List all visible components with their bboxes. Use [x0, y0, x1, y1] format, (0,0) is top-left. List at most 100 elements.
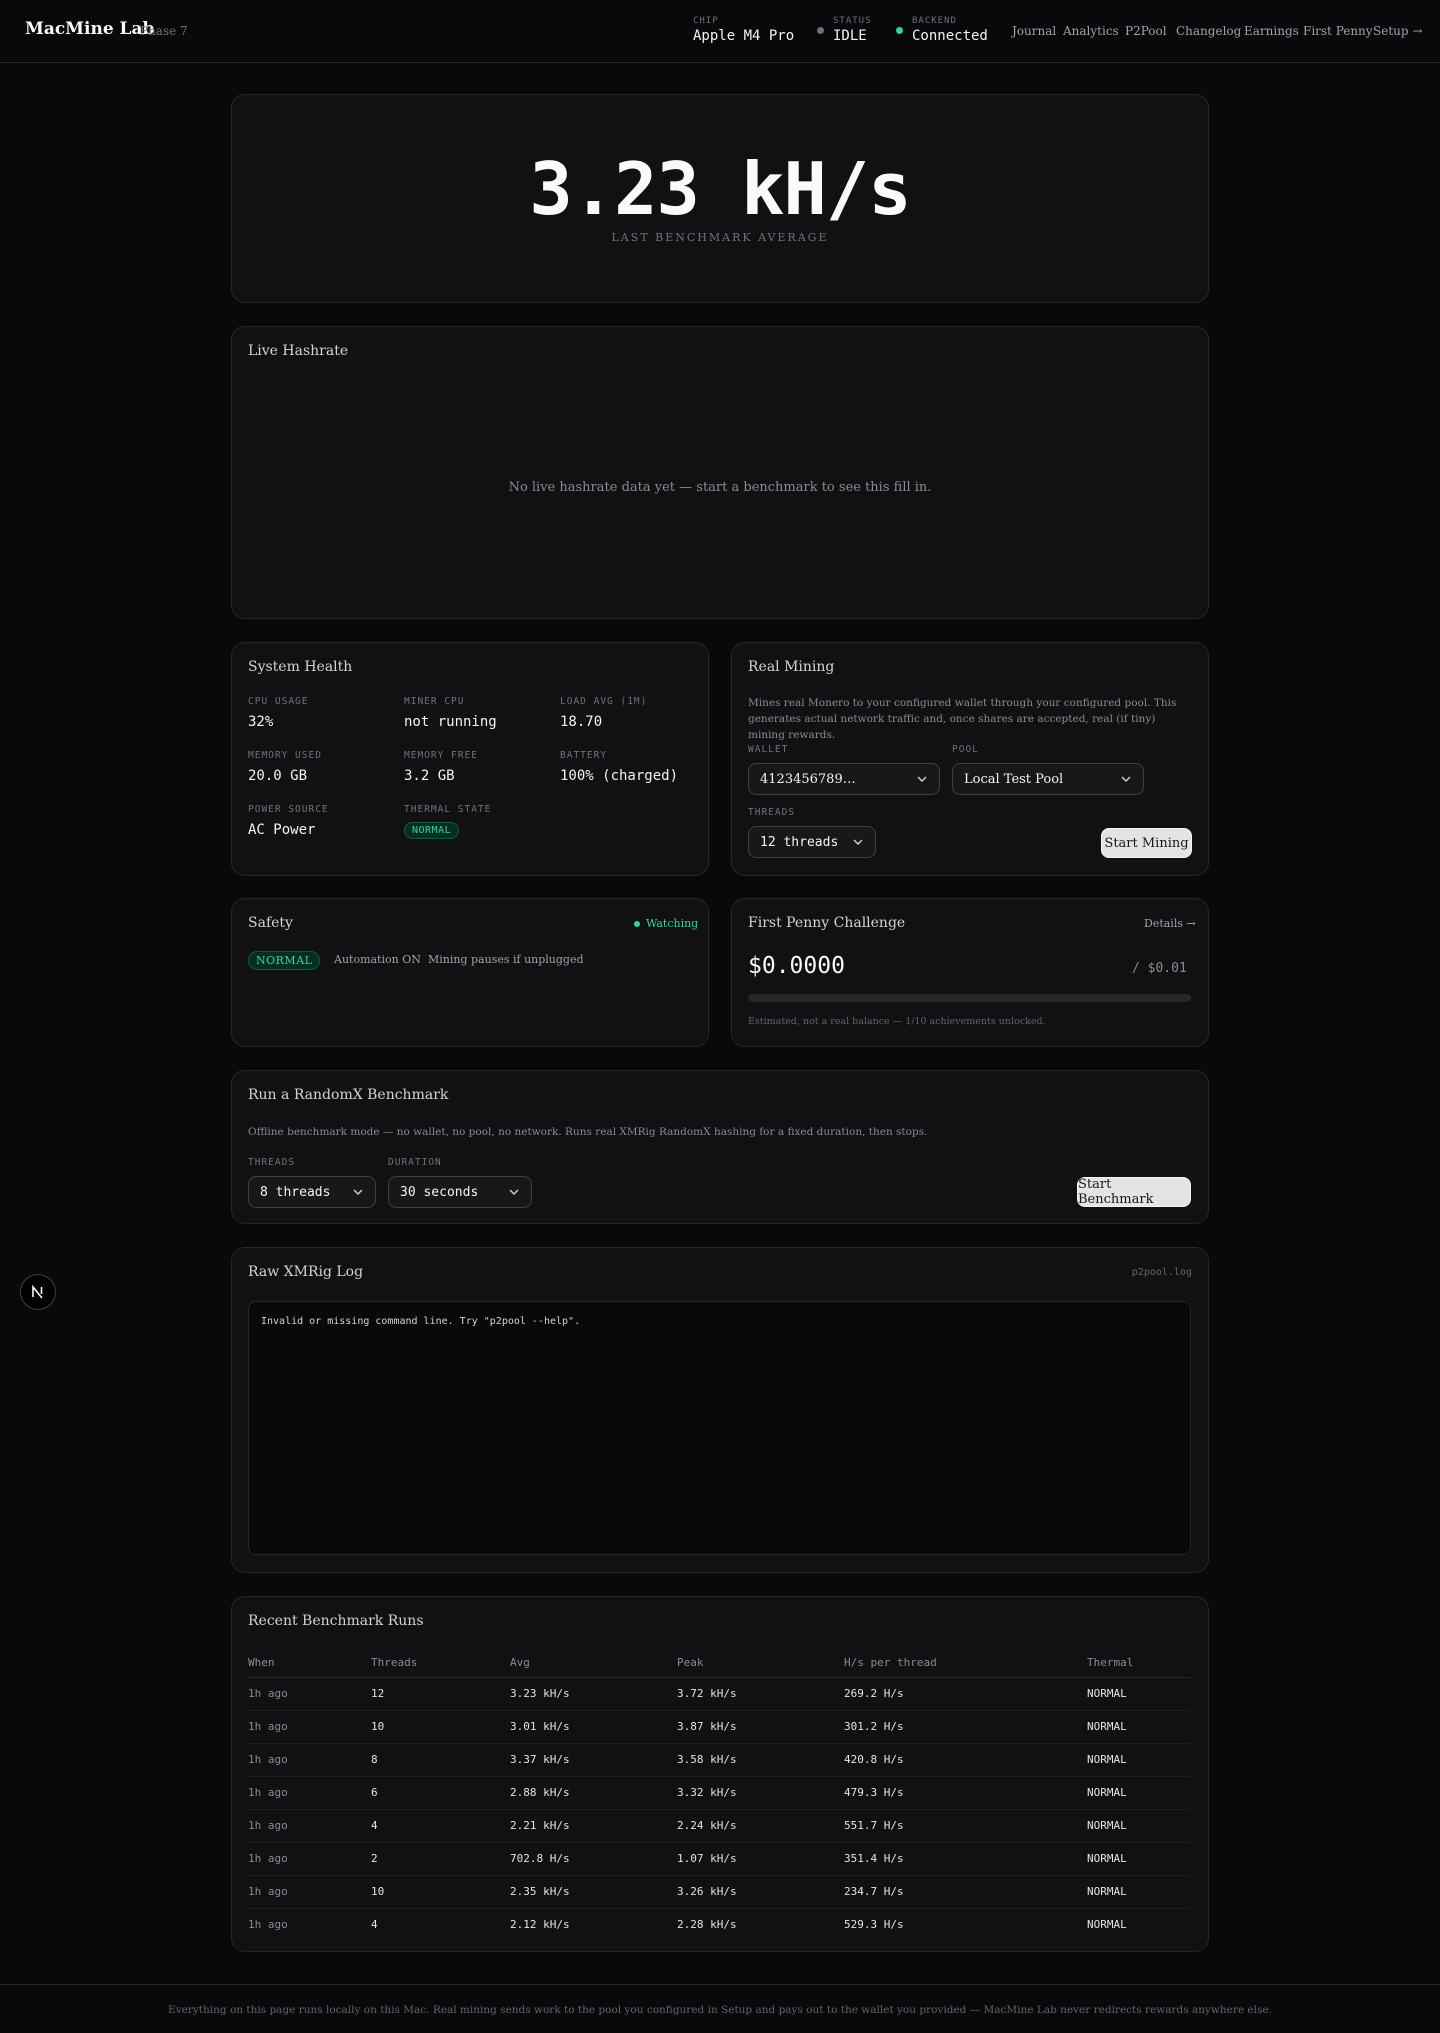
metric-label: CPU USAGE: [248, 696, 309, 707]
page-footer: Everything on this page runs locally on …: [0, 1984, 1440, 2033]
cell: 10: [371, 1710, 510, 1744]
cell: NORMAL: [1087, 1842, 1191, 1876]
chevron-down-icon: [917, 776, 927, 782]
duration-label: DURATION: [388, 1157, 442, 1168]
cell: 529.3 H/s: [844, 1918, 904, 1932]
cell: 351.4 H/s: [844, 1842, 1087, 1876]
column-header: H/s per thread: [844, 1648, 1087, 1678]
runs-table: When Threads Avg Peak H/s per thread The…: [248, 1648, 1191, 1941]
real-mining-card: Real Mining Mines real Monero to your co…: [731, 642, 1209, 876]
status-stat: STATUS IDLE: [833, 16, 872, 44]
hero-hashrate-value: 3.23 kH/s: [529, 147, 911, 231]
metric-label: MEMORY FREE: [404, 750, 478, 761]
wallet-select[interactable]: 4123456789…: [748, 763, 940, 795]
cell: 420.8 H/s: [844, 1743, 1087, 1777]
footer-text: Everything on this page runs locally on …: [168, 2004, 1272, 2016]
cell: 3.87 kH/s: [677, 1710, 844, 1744]
watching-dot-icon: [634, 921, 640, 927]
mining-threads-select[interactable]: 12 threads: [748, 826, 876, 858]
cell: 12: [371, 1677, 510, 1711]
metric-label: THERMAL STATE: [404, 804, 492, 815]
metric-label: MEMORY USED: [248, 750, 322, 761]
cell: 2.28 kH/s: [677, 1918, 737, 1932]
cell: 1h ago: [248, 1743, 371, 1777]
penny-amount: $0.0000: [748, 953, 845, 979]
cell: 6: [371, 1776, 510, 1810]
cell: 4: [371, 1809, 510, 1843]
cell: 1h ago: [248, 1842, 371, 1876]
load-avg-value: 18.70: [560, 714, 603, 730]
cell: 1h ago: [248, 1710, 371, 1744]
safety-card: Safety Watching NORMAL Automation ON Min…: [231, 898, 709, 1047]
cell: 3.26 kH/s: [677, 1875, 844, 1909]
live-hashrate-title: Live Hashrate: [248, 343, 349, 359]
cell: 2.21 kH/s: [510, 1809, 677, 1843]
pool-select-value: Local Test Pool: [964, 771, 1064, 787]
nav-analytics[interactable]: Analytics: [1063, 24, 1119, 38]
start-mining-button[interactable]: Start Mining: [1101, 828, 1192, 858]
nav-first-penny[interactable]: First Penny: [1303, 24, 1373, 38]
first-penny-title: First Penny Challenge: [748, 915, 906, 931]
automation-status: Automation ON: [334, 953, 421, 966]
memory-free-value: 3.2 GB: [404, 768, 455, 784]
table-row: 1h ago 10 2.35 kH/s 3.26 kH/s 234.7 H/s NORMA…: [248, 1875, 1191, 1909]
benchmark-description: Offline benchmark mode — no wallet, no p…: [248, 1126, 928, 1138]
cell: 3.37 kH/s: [510, 1743, 677, 1777]
chip-value: Apple M4 Pro: [693, 28, 795, 44]
power-source-value: AC Power: [248, 822, 316, 838]
cell: 551.7 H/s: [844, 1809, 1087, 1843]
n-glyph-icon: [32, 1284, 43, 1299]
log-line: Invalid or missing command line. Try "p2…: [261, 1316, 581, 1327]
system-health-card: System Health CPU USAGE 32% MINER CPU no…: [231, 642, 709, 876]
table-row: 1h ago 12 3.23 kH/s 3.72 kH/s 269.2 H/s NORMA…: [248, 1677, 1191, 1711]
table-row: 1h ago 2 702.8 H/s 1.07 kH/s 351.4 H/s NORMAL: [248, 1842, 1191, 1876]
cell: 269.2 H/s: [844, 1677, 1087, 1711]
table-row: 1h ago 10 3.01 kH/s 3.87 kH/s 301.2 H/s NORMA…: [248, 1710, 1191, 1744]
cell: 10: [371, 1875, 510, 1909]
metric-label: BATTERY: [560, 750, 608, 761]
benchmark-card: Run a RandomX Benchmark Offline benchmar…: [231, 1070, 1209, 1224]
cell: 3.72 kH/s: [677, 1677, 844, 1711]
cell: 8: [371, 1743, 510, 1777]
nav-p2pool[interactable]: P2Pool: [1125, 24, 1167, 38]
pool-label: POOL: [952, 744, 979, 755]
cell: 3.32 kH/s: [677, 1776, 844, 1810]
benchmark-title: Run a RandomX Benchmark: [248, 1087, 449, 1103]
cell: 3.58 kH/s: [677, 1743, 844, 1777]
raw-log-card: Raw XMRig Log p2pool.log Invalid or miss…: [231, 1247, 1209, 1573]
phase-label: Phase 7: [140, 24, 188, 38]
raw-log-title: Raw XMRig Log: [248, 1264, 364, 1280]
penny-goal: / $0.01: [1132, 961, 1187, 976]
nav-setup[interactable]: Setup →: [1373, 24, 1422, 38]
cell: 3.23 kH/s: [510, 1677, 677, 1711]
nav-changelog[interactable]: Changelog: [1176, 24, 1241, 38]
nav-earnings[interactable]: Earnings: [1244, 24, 1299, 38]
penny-note: Estimated, not a real balance — 1/10 ach…: [748, 1016, 1046, 1027]
log-output[interactable]: Invalid or missing command line. Try "p2…: [248, 1301, 1191, 1555]
chevron-down-icon: [853, 839, 863, 845]
log-source: p2pool.log: [1131, 1267, 1192, 1278]
duration-select[interactable]: 30 seconds: [388, 1176, 532, 1208]
cell: 2.24 kH/s: [677, 1809, 844, 1843]
nav-journal[interactable]: Journal: [1012, 24, 1056, 38]
live-hashrate-empty-message: No live hashrate data yet — start a benc…: [508, 480, 932, 495]
duration-value: 30 seconds: [400, 1184, 479, 1200]
details-link[interactable]: Details →: [1144, 917, 1196, 930]
column-header: Peak: [677, 1648, 844, 1678]
benchmark-threads-select[interactable]: 8 threads: [248, 1176, 376, 1208]
cpu-usage-value: 32%: [248, 714, 274, 730]
miner-cpu-value: not running: [404, 714, 497, 730]
pool-select[interactable]: Local Test Pool: [952, 763, 1144, 795]
next-logo-icon[interactable]: [20, 1274, 56, 1310]
battery-value: 100% (charged): [560, 768, 679, 784]
brand-logo[interactable]: MacMine Lab: [25, 19, 154, 39]
mining-threads-value: 12 threads: [760, 834, 839, 850]
metric-label: LOAD AVG (1M): [560, 696, 648, 707]
cell: 1h ago: [248, 1918, 288, 1932]
real-mining-description: Mines real Monero to your configured wal…: [748, 697, 1177, 741]
cell: 1h ago: [248, 1677, 371, 1711]
cell: NORMAL: [1087, 1776, 1191, 1810]
start-benchmark-button[interactable]: Start Benchmark: [1077, 1177, 1191, 1207]
chip-stat: CHIP Apple M4 Pro: [693, 16, 794, 44]
live-hashrate-card: Live Hashrate No live hashrate data yet …: [231, 326, 1209, 619]
